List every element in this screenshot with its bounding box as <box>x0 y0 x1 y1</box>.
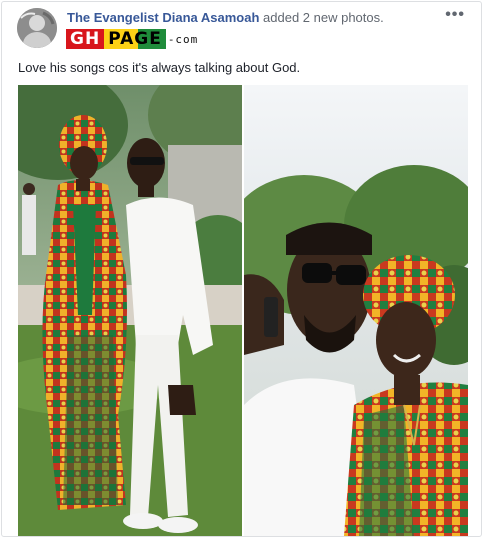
avatar[interactable] <box>17 8 57 48</box>
watermark-logo: GH PAGE -com <box>66 29 198 49</box>
post-header: The Evangelist Diana Asamoah added 2 new… <box>67 10 384 25</box>
author-link[interactable]: The Evangelist Diana Asamoah <box>67 10 259 25</box>
photo-1[interactable] <box>18 85 242 536</box>
post-text: Love his songs cos it's always talking a… <box>18 60 301 75</box>
watermark-page: PAGE <box>104 29 166 49</box>
photo-2[interactable] <box>244 85 468 536</box>
more-options-icon[interactable]: ••• <box>445 6 465 24</box>
watermark-com: -com <box>167 32 199 46</box>
watermark-gh: GH <box>66 29 105 49</box>
post-action-text: added 2 new photos. <box>259 10 384 25</box>
